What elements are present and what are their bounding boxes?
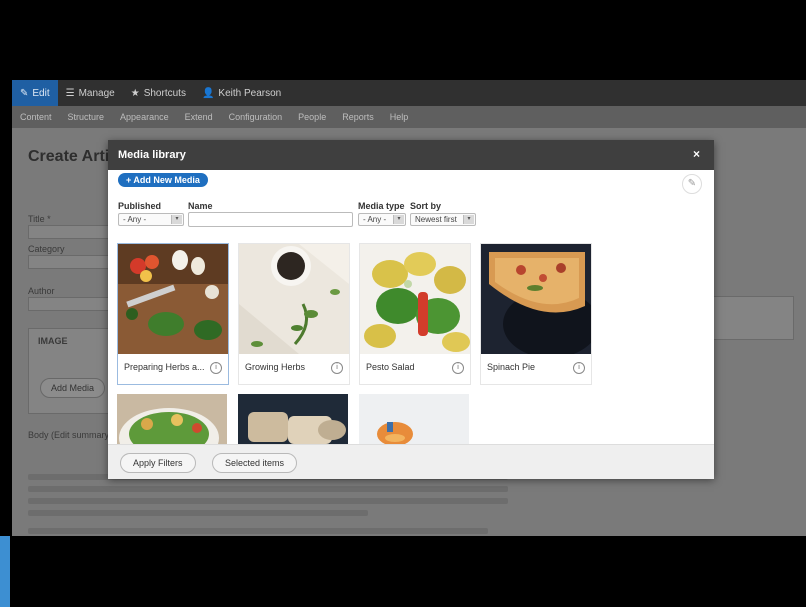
body-text-line <box>28 528 488 534</box>
tray-people[interactable]: People <box>290 106 334 128</box>
sort-by-label: Sort by <box>410 201 442 211</box>
tray-content-label: Content <box>20 112 52 122</box>
tray-reports-label: Reports <box>342 112 374 122</box>
info-icon[interactable]: i <box>573 362 585 374</box>
apply-filters-button[interactable]: Apply Filters <box>120 453 196 473</box>
media-library-dialog: Media library × + Add New Media ✎ Publis… <box>108 140 714 479</box>
toolbar-shortcuts[interactable]: ★ Shortcuts <box>123 80 194 106</box>
published-select[interactable]: - Any - ▾ <box>118 213 184 226</box>
media-thumbnail <box>118 244 228 354</box>
selected-items-button[interactable]: Selected items <box>212 453 298 473</box>
name-label: Name <box>188 201 213 211</box>
herbs-bowl-image <box>239 244 349 354</box>
pencil-icon: ✎ <box>20 87 29 99</box>
dialog-title: Media library <box>118 149 186 161</box>
media-name: Growing Herbs <box>245 362 306 372</box>
sort-by-select[interactable]: Newest first ▾ <box>410 213 476 226</box>
admin-toolbar: ✎ Edit ☰ Manage ★ Shortcuts 👤 Keith Pear… <box>12 80 806 106</box>
body-text-line <box>28 498 508 504</box>
media-card[interactable] <box>117 394 229 446</box>
category-label: Category <box>28 244 65 254</box>
add-new-media-button[interactable]: + Add New Media <box>118 173 208 187</box>
image-label: IMAGE <box>38 336 68 346</box>
media-card[interactable] <box>238 394 350 446</box>
media-thumbnail <box>360 244 470 354</box>
media-name: Spinach Pie <box>487 362 536 372</box>
tray-extend[interactable]: Extend <box>177 106 221 128</box>
tray-people-label: People <box>298 112 327 122</box>
media-name: Pesto Salad <box>366 362 415 372</box>
toolbar-edit[interactable]: ✎ Edit <box>12 80 58 106</box>
page-title: Create Artic <box>28 148 119 165</box>
tray-extend-label: Extend <box>184 112 213 122</box>
tray-appearance-label: Appearance <box>120 112 169 122</box>
media-type-value: - Any - <box>363 215 387 224</box>
blue-corner-strip <box>0 536 10 607</box>
pie-slice-image <box>481 244 591 354</box>
published-value: - Any - <box>123 215 147 224</box>
admin-tray: Content Structure Appearance Extend Conf… <box>12 106 806 128</box>
media-thumbnail <box>481 244 591 354</box>
tray-reports[interactable]: Reports <box>334 106 382 128</box>
info-icon[interactable]: i <box>452 362 464 374</box>
herbs-cutting-board-image <box>118 244 228 354</box>
tray-configuration[interactable]: Configuration <box>221 106 291 128</box>
tray-structure[interactable]: Structure <box>60 106 113 128</box>
star-icon: ★ <box>130 87 140 99</box>
tray-help-label: Help <box>389 112 409 122</box>
chevron-down-icon: ▾ <box>393 215 404 224</box>
plated-dish-image <box>359 394 469 446</box>
author-label: Author <box>28 286 55 296</box>
hamburger-icon: ☰ <box>65 87 75 99</box>
media-name: Preparing Herbs a... <box>124 362 205 372</box>
published-label: Published <box>118 201 162 211</box>
media-card[interactable]: Pesto Salad i <box>359 243 471 385</box>
close-button[interactable]: × <box>693 147 700 161</box>
chevron-down-icon: ▾ <box>171 215 182 224</box>
pencil-icon[interactable]: ✎ <box>682 174 702 194</box>
toolbar-manage[interactable]: ☰ Manage <box>58 80 123 106</box>
bread-image <box>238 394 348 446</box>
info-icon[interactable]: i <box>210 362 222 374</box>
info-icon[interactable]: i <box>331 362 343 374</box>
media-thumbnail <box>239 244 349 354</box>
author-field <box>28 297 110 311</box>
dialog-header: Media library × <box>108 140 714 170</box>
media-type-select[interactable]: - Any - ▾ <box>358 213 406 226</box>
body-label: Body (Edit summary) <box>28 430 113 440</box>
sidebar-box <box>712 296 794 340</box>
tray-configuration-label: Configuration <box>228 112 283 122</box>
body-text-line <box>28 510 368 516</box>
pasta-salad-image <box>360 244 470 354</box>
tray-content[interactable]: Content <box>12 106 60 128</box>
tray-structure-label: Structure <box>67 112 105 122</box>
dialog-footer: Apply Filters Selected items <box>108 444 714 479</box>
name-input[interactable] <box>188 212 353 227</box>
tray-appearance[interactable]: Appearance <box>112 106 177 128</box>
tray-help[interactable]: Help <box>382 106 417 128</box>
media-card[interactable]: Growing Herbs i <box>238 243 350 385</box>
sort-by-value: Newest first <box>415 215 457 224</box>
add-media-button-bg: Add Media <box>40 378 106 398</box>
category-field <box>28 255 110 269</box>
title-field <box>28 225 110 239</box>
toolbar-user[interactable]: 👤 Keith Pearson <box>194 80 289 106</box>
salad-bowl-image <box>117 394 227 446</box>
media-card[interactable]: Preparing Herbs a... i <box>117 243 229 385</box>
chevron-down-icon: ▾ <box>463 215 474 224</box>
title-label: Title * <box>28 214 51 224</box>
media-card[interactable] <box>359 394 471 446</box>
user-icon: 👤 <box>201 87 215 99</box>
media-card[interactable]: Spinach Pie i <box>480 243 592 385</box>
media-type-label: Media type <box>358 201 405 211</box>
body-text-line <box>28 486 508 492</box>
